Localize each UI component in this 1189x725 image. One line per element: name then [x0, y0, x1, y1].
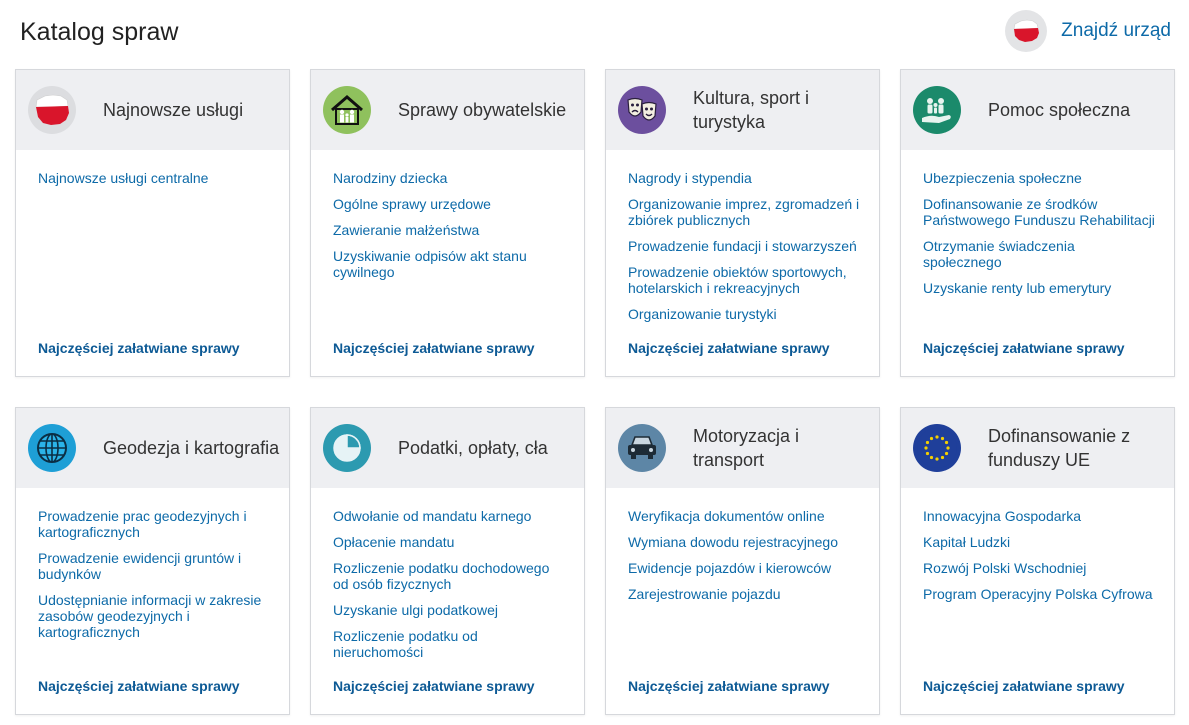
theatre-masks-icon — [618, 86, 666, 134]
card-title: Podatki, opłaty, cła — [398, 438, 548, 458]
card-link[interactable]: Odwołanie od mandatu karnego — [333, 508, 566, 524]
card-links: Prowadzenie prac geodezyjnych i kartogra… — [16, 488, 289, 640]
card-link[interactable]: Rozliczenie podatku dochodowego od osób … — [333, 560, 566, 592]
card-header[interactable]: Pomoc społeczna — [901, 70, 1174, 150]
most-common-cases-link[interactable]: Najczęściej załatwiane sprawy — [923, 340, 1125, 356]
card-link[interactable]: Organizowanie imprez, zgromadzeń i zbiór… — [628, 196, 861, 228]
card-link[interactable]: Nagrody i stypendia — [628, 170, 861, 186]
most-common-cases-link[interactable]: Najczęściej załatwiane sprawy — [333, 678, 535, 694]
card-link[interactable]: Otrzymanie świadczenia społecznego — [923, 238, 1156, 270]
card-link[interactable]: Prowadzenie obiektów sportowych, hotelar… — [628, 264, 861, 296]
card-link[interactable]: Organizowanie turystyki — [628, 306, 861, 322]
card-title: Geodezja i kartografia — [103, 438, 280, 458]
most-common-cases-link[interactable]: Najczęściej załatwiane sprawy — [628, 678, 830, 694]
car-icon — [618, 424, 666, 472]
card-links: Odwołanie od mandatu karnego Opłacenie m… — [311, 488, 584, 660]
pie-chart-icon — [323, 424, 371, 472]
card-link[interactable]: Rozwój Polski Wschodniej — [923, 560, 1156, 576]
category-card-fundusze-ue: Dofinansowanie z funduszy UE Innowacyjna… — [900, 407, 1175, 715]
most-common-cases-link[interactable]: Najczęściej załatwiane sprawy — [333, 340, 535, 356]
card-link[interactable]: Uzyskiwanie odpisów akt stanu cywilnego — [333, 248, 566, 280]
card-link[interactable]: Ogólne sprawy urzędowe — [333, 196, 566, 212]
find-office-label: Znajdź urząd — [1061, 20, 1171, 41]
card-header[interactable]: Kultura, sport i turystyka — [606, 70, 879, 150]
card-title: Motoryzacja i transport — [693, 426, 800, 470]
card-title: Najnowsze usługi — [103, 100, 244, 120]
most-common-cases-link[interactable]: Najczęściej załatwiane sprawy — [38, 678, 240, 694]
card-links: Innowacyjna Gospodarka Kapitał Ludzki Ro… — [901, 488, 1174, 602]
card-link[interactable]: Ubezpieczenia społeczne — [923, 170, 1156, 186]
card-link[interactable]: Wymiana dowodu rejestracyjnego — [628, 534, 861, 550]
card-title: Sprawy obywatelskie — [398, 100, 567, 120]
card-links: Narodziny dziecka Ogólne sprawy urzędowe… — [311, 150, 584, 280]
poland-map-icon — [28, 86, 76, 134]
card-link[interactable]: Rozliczenie podatku od nieruchomości — [333, 628, 566, 660]
card-link[interactable]: Weryfikacja dokumentów online — [628, 508, 861, 524]
card-header[interactable]: Najnowsze usługi — [16, 70, 289, 150]
card-links: Nagrody i stypendia Organizowanie imprez… — [606, 150, 879, 322]
most-common-cases-link[interactable]: Najczęściej załatwiane sprawy — [38, 340, 240, 356]
card-header[interactable]: Sprawy obywatelskie — [311, 70, 584, 150]
card-link[interactable]: Opłacenie mandatu — [333, 534, 566, 550]
card-title: Pomoc społeczna — [988, 100, 1131, 120]
card-link[interactable]: Prowadzenie fundacji i stowarzyszeń — [628, 238, 861, 254]
page-title: Katalog spraw — [20, 18, 179, 46]
card-links: Ubezpieczenia społeczne Dofinansowanie z… — [901, 150, 1174, 296]
poland-map-icon — [1005, 10, 1048, 52]
find-office-link[interactable]: Znajdź urząd — [1005, 10, 1171, 52]
family-house-icon — [323, 86, 371, 134]
helping-hand-icon — [913, 86, 961, 134]
category-card-motoryzacja: Motoryzacja i transport Weryfikacja doku… — [605, 407, 880, 715]
card-link[interactable]: Uzyskanie ulgi podatkowej — [333, 602, 566, 618]
card-header[interactable]: Motoryzacja i transport — [606, 408, 879, 488]
category-grid: Najnowsze usługi Najnowsze usługi centra… — [15, 69, 1175, 719]
card-link[interactable]: Innowacyjna Gospodarka — [923, 508, 1156, 524]
card-title: Dofinansowanie z funduszy UE — [988, 426, 1131, 470]
card-link[interactable]: Ewidencje pojazdów i kierowców — [628, 560, 861, 576]
category-card-najnowsze-uslugi: Najnowsze usługi Najnowsze usługi centra… — [15, 69, 290, 377]
globe-icon — [28, 424, 76, 472]
card-title: Kultura, sport i turystyka — [693, 88, 810, 132]
card-link[interactable]: Zarejestrowanie pojazdu — [628, 586, 861, 602]
category-card-kultura-sport: Kultura, sport i turystyka Nagrody i sty… — [605, 69, 880, 377]
card-link[interactable]: Prowadzenie prac geodezyjnych i kartogra… — [38, 508, 271, 540]
card-header[interactable]: Dofinansowanie z funduszy UE — [901, 408, 1174, 488]
card-link[interactable]: Uzyskanie renty lub emerytury — [923, 280, 1156, 296]
card-link[interactable]: Program Operacyjny Polska Cyfrowa — [923, 586, 1156, 602]
card-link[interactable]: Prowadzenie ewidencji gruntów i budynków — [38, 550, 271, 582]
category-card-geodezja: Geodezja i kartografia Prowadzenie prac … — [15, 407, 290, 715]
most-common-cases-link[interactable]: Najczęściej załatwiane sprawy — [628, 340, 830, 356]
card-links: Najnowsze usługi centralne — [16, 150, 289, 186]
card-link[interactable]: Narodziny dziecka — [333, 170, 566, 186]
card-link[interactable]: Najnowsze usługi centralne — [38, 170, 271, 186]
most-common-cases-link[interactable]: Najczęściej załatwiane sprawy — [923, 678, 1125, 694]
category-card-pomoc-spoleczna: Pomoc społeczna Ubezpieczenia społeczne … — [900, 69, 1175, 377]
eu-flag-icon — [913, 424, 961, 472]
card-link[interactable]: Zawieranie małżeństwa — [333, 222, 566, 238]
card-link[interactable]: Udostępnianie informacji w zakresie zaso… — [38, 592, 271, 640]
card-links: Weryfikacja dokumentów online Wymiana do… — [606, 488, 879, 602]
card-link[interactable]: Kapitał Ludzki — [923, 534, 1156, 550]
card-link[interactable]: Dofinansowanie ze środków Państwowego Fu… — [923, 196, 1156, 228]
category-card-sprawy-obywatelskie: Sprawy obywatelskie Narodziny dziecka Og… — [310, 69, 585, 377]
category-card-podatki: Podatki, opłaty, cła Odwołanie od mandat… — [310, 407, 585, 715]
card-header[interactable]: Geodezja i kartografia — [16, 408, 289, 488]
card-header[interactable]: Podatki, opłaty, cła — [311, 408, 584, 488]
